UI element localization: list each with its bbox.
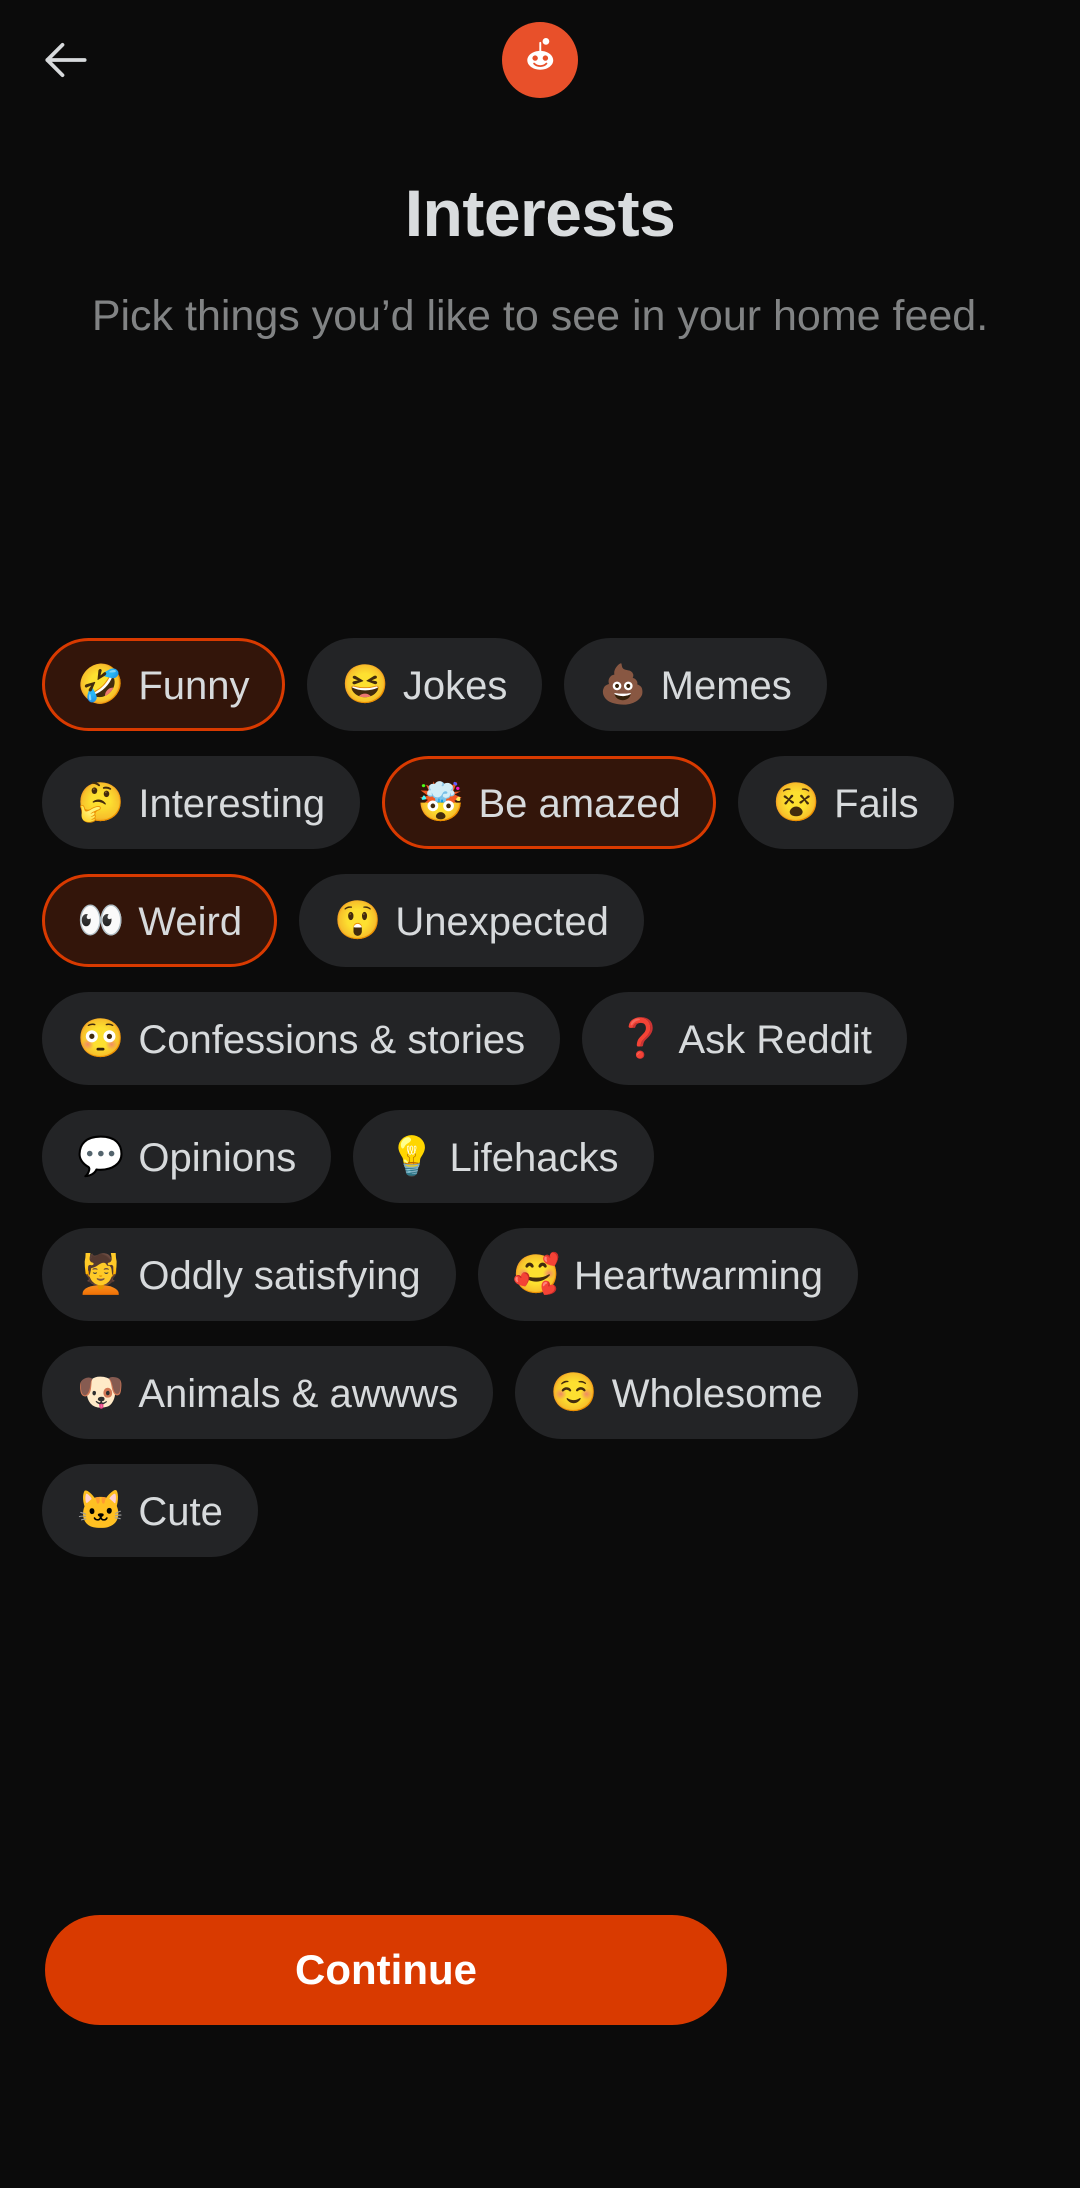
interest-chip-label: Cute bbox=[138, 1489, 223, 1534]
interest-chip[interactable]: 🐶 Animals & awwws bbox=[42, 1346, 494, 1439]
interest-chip[interactable]: 🤔 Interesting bbox=[42, 756, 361, 849]
interest-chip[interactable]: 💬 Opinions bbox=[42, 1110, 332, 1203]
interest-chip-emoji-icon: ☺️ bbox=[550, 1371, 598, 1414]
interest-chip-label: Wholesome bbox=[611, 1371, 823, 1416]
interest-chip-emoji-icon: 🐱 bbox=[77, 1489, 125, 1532]
interest-chip-emoji-icon: 😳 bbox=[77, 1017, 125, 1060]
interest-chip[interactable]: 💡 Lifehacks bbox=[353, 1110, 654, 1203]
page-subtitle: Pick things you’d like to see in your ho… bbox=[91, 292, 989, 340]
interest-chip[interactable]: 🤯 Be amazed bbox=[382, 756, 716, 849]
interest-chip-label: Weird bbox=[138, 899, 243, 944]
interest-chip[interactable]: 👀 Weird bbox=[42, 874, 278, 967]
interest-chip[interactable]: 🥰 Heartwarming bbox=[477, 1228, 858, 1321]
continue-button-label: Continue bbox=[295, 1946, 477, 1993]
interest-chip-label: Be amazed bbox=[478, 781, 681, 826]
interest-chip-label: Ask Reddit bbox=[678, 1017, 872, 1062]
top-bar bbox=[0, 0, 1080, 118]
interest-chip-label: Confessions & stories bbox=[138, 1017, 526, 1062]
interest-chip-label: Fails bbox=[834, 781, 919, 826]
interest-chip-emoji-icon: 🤔 bbox=[77, 781, 125, 824]
interest-chip-emoji-icon: 🤣 bbox=[77, 663, 125, 706]
interest-chip[interactable]: 😳 Confessions & stories bbox=[42, 992, 561, 1085]
interest-chip-label: Oddly satisfying bbox=[138, 1253, 421, 1298]
interest-chip[interactable]: 💆 Oddly satisfying bbox=[42, 1228, 456, 1321]
interest-chip-label: Heartwarming bbox=[574, 1253, 823, 1298]
interest-chip-emoji-icon: 😵 bbox=[772, 781, 821, 824]
page-title: Interests bbox=[404, 176, 676, 250]
interest-chip[interactable]: ☺️ Wholesome bbox=[515, 1346, 858, 1439]
interest-chip-emoji-icon: 😲 bbox=[334, 899, 382, 942]
interest-chip-emoji-icon: 💩 bbox=[599, 663, 647, 706]
interest-chip[interactable]: 💩 Memes bbox=[564, 638, 827, 731]
interest-chip[interactable]: 😲 Unexpected bbox=[299, 874, 644, 967]
interests-onboarding-screen: Interests Pick things you’d like to see … bbox=[0, 0, 1080, 2188]
interest-chip-label: Jokes bbox=[402, 663, 508, 708]
interest-chip-label: Animals & awwws bbox=[138, 1371, 459, 1416]
interest-chips-scroll-area[interactable]: 🤣 Funny 😆 Jokes 💩 Memes 🤔 Interesting 🤯 Be amazed… bbox=[0, 638, 1080, 2038]
interest-chip-emoji-icon: 💆 bbox=[77, 1253, 125, 1296]
interest-chip-label: Opinions bbox=[138, 1135, 297, 1180]
interest-chip-emoji-icon: 🥰 bbox=[512, 1253, 560, 1296]
interest-chip-label: Unexpected bbox=[395, 899, 609, 944]
interest-chip[interactable]: 🐱 Cute bbox=[42, 1464, 258, 1557]
back-arrow-icon bbox=[38, 32, 94, 88]
interest-chip[interactable]: 🤣 Funny bbox=[42, 638, 285, 731]
interest-chip-label: Lifehacks bbox=[449, 1135, 619, 1180]
interest-chip-emoji-icon: 💬 bbox=[77, 1135, 125, 1178]
interest-chip-label: Funny bbox=[138, 663, 250, 708]
interest-chip-emoji-icon: 👀 bbox=[77, 899, 125, 942]
interest-chip-emoji-icon: ❓ bbox=[617, 1017, 665, 1060]
interest-chip[interactable]: ❓ Ask Reddit bbox=[582, 992, 907, 1085]
interest-chip-emoji-icon: 🐶 bbox=[77, 1371, 125, 1414]
interest-chip[interactable]: 😵 Fails bbox=[737, 756, 954, 849]
continue-button[interactable]: Continue bbox=[45, 1915, 727, 2025]
back-button[interactable] bbox=[28, 22, 104, 98]
interest-chips-list: 🤣 Funny 😆 Jokes 💩 Memes 🤔 Interesting 🤯 Be amazed… bbox=[0, 638, 1080, 1557]
interest-chip-label: Memes bbox=[660, 663, 792, 708]
interest-chip-emoji-icon: 🤯 bbox=[417, 781, 465, 824]
interest-chip-emoji-icon: 💡 bbox=[388, 1135, 436, 1178]
reddit-snoo-logo bbox=[502, 22, 578, 98]
interest-chip-label: Interesting bbox=[138, 781, 326, 826]
interest-chip-emoji-icon: 😆 bbox=[341, 663, 389, 706]
interest-chip[interactable]: 😆 Jokes bbox=[306, 638, 543, 731]
